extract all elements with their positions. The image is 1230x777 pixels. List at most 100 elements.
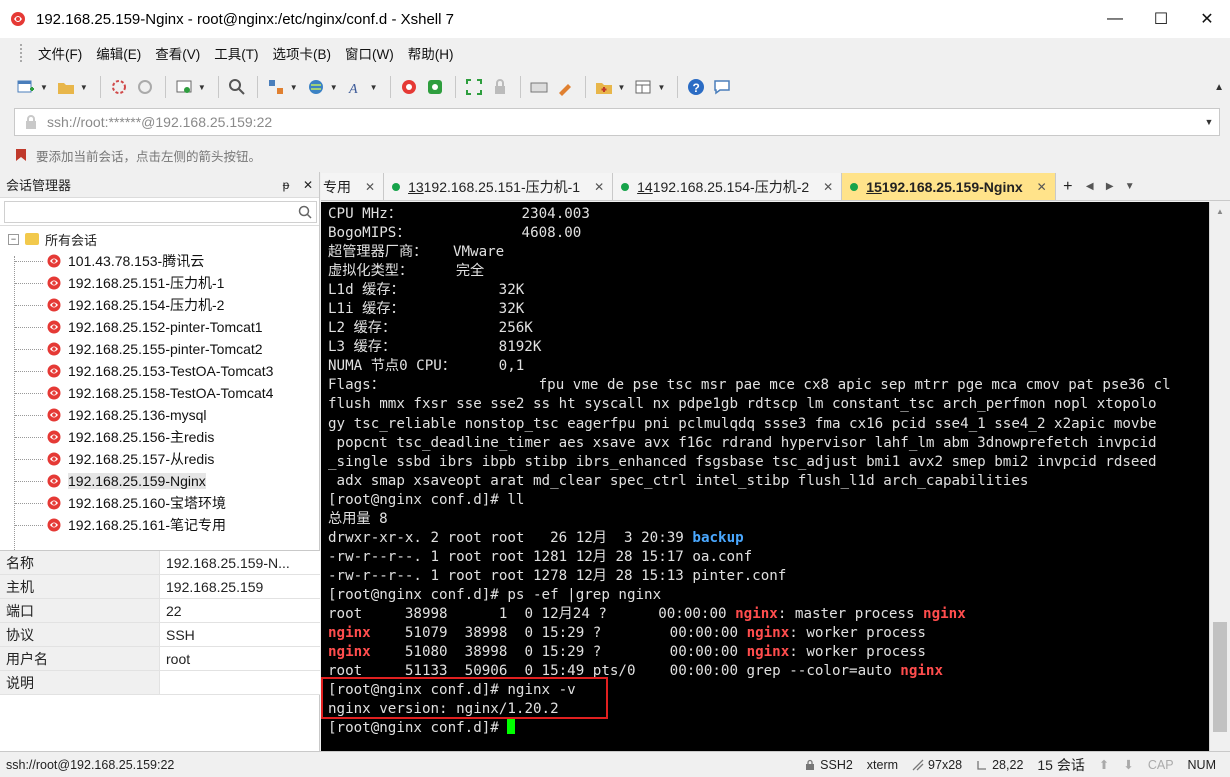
tab-partial[interactable]: 专用 ✕ <box>321 173 385 200</box>
find-icon[interactable] <box>225 75 249 99</box>
transfer-icon[interactable] <box>264 75 288 99</box>
terminal-line: -rw-r--r--. 1 root root 1278 12月 28 15:1… <box>328 567 1209 586</box>
terminal-text: 51080 38998 0 15:29 ? 00:00:00 <box>370 644 747 661</box>
session-item[interactable]: 192.168.25.136-mysql <box>0 404 319 426</box>
status-num: NUM <box>1187 757 1216 772</box>
status-term: xterm <box>866 757 899 772</box>
open-folder-icon[interactable] <box>54 75 78 99</box>
session-item-label: 192.168.25.157-从redis <box>68 451 215 467</box>
status-sessions: 15 会话 <box>1037 756 1085 773</box>
maximize-button[interactable]: ☐ <box>1138 0 1184 38</box>
session-item[interactable]: 192.168.25.151-压力机-1 <box>0 272 319 294</box>
lock-icon[interactable] <box>488 75 512 99</box>
menu-tools[interactable]: 工具(T) <box>207 43 265 63</box>
tab-14[interactable]: 14 192.168.25.154-压力机-2 ✕ <box>613 173 843 200</box>
session-item[interactable]: 192.168.25.158-TestOA-Tomcat4 <box>0 382 319 404</box>
font-icon[interactable]: A <box>344 75 368 99</box>
session-item[interactable]: 192.168.25.156-主redis <box>0 426 319 448</box>
highlight-icon[interactable] <box>553 75 577 99</box>
terminal-line: [root@nginx conf.d]# nginx -v <box>328 681 1209 700</box>
panel-close-icon[interactable]: ✕ <box>297 178 319 192</box>
session-item[interactable]: 192.168.25.161-笔记专用 <box>0 514 319 536</box>
add-tab-button[interactable]: + <box>1056 173 1080 200</box>
session-up-icon[interactable]: ⬆ <box>1099 757 1109 772</box>
layout-caret-icon[interactable]: ▼ <box>657 83 665 92</box>
open-caret-icon[interactable]: ▼ <box>80 83 88 92</box>
session-item-label: 101.43.78.153-腾讯云 <box>68 253 205 269</box>
layout-icon[interactable] <box>631 75 655 99</box>
add-folder-caret-icon[interactable]: ▼ <box>618 83 626 92</box>
disconnect-icon[interactable] <box>133 75 157 99</box>
session-tree: − 所有会话 101.43.78.153-腾讯云 192.168.25.151-压… <box>0 226 319 576</box>
terminal-line: CPU MHz： 2304.003 <box>328 205 1209 224</box>
session-search-input[interactable] <box>4 200 317 223</box>
session-item[interactable]: 192.168.25.154-压力机-2 <box>0 294 319 316</box>
scroll-thumb[interactable] <box>1213 622 1227 732</box>
new-session-icon[interactable] <box>14 75 38 99</box>
collapse-icon[interactable]: − <box>8 233 19 245</box>
session-item[interactable]: 192.168.25.159-Nginx <box>0 470 319 492</box>
menu-help[interactable]: 帮助(H) <box>401 43 461 63</box>
terminal-text: L1d 缓存： 32K <box>328 282 525 299</box>
menu-edit[interactable]: 编辑(E) <box>89 43 148 63</box>
session-item[interactable]: 192.168.25.155-pinter-Tomcat2 <box>0 338 319 360</box>
menu-tabs[interactable]: 选项卡(B) <box>266 43 339 63</box>
tab-close-icon[interactable]: ✕ <box>365 180 375 194</box>
session-item[interactable]: 101.43.78.153-腾讯云 <box>0 250 319 272</box>
font-caret-icon[interactable]: ▼ <box>370 83 378 92</box>
toolbar-more-icon[interactable]: ▲ <box>1214 82 1224 93</box>
tab-menu-icon[interactable]: ▼ <box>1120 173 1140 200</box>
tab-13[interactable]: 13 192.168.25.151-压力机-1 ✕ <box>384 173 614 200</box>
add-folder-icon[interactable] <box>592 75 616 99</box>
session-manager-panel: 会话管理器 ᵽ ✕ − 所有会话 101.43.78.153-腾讯云 192.16… <box>0 172 320 751</box>
status-protocol-label: SSH2 <box>820 757 853 772</box>
close-button[interactable]: ✕ <box>1184 0 1230 38</box>
address-dropdown-icon[interactable]: ▼ <box>1199 117 1219 127</box>
terminal[interactable]: CPU MHz： 2304.003 BogoMIPS： 4608.00 超管理器厂商… <box>321 202 1209 751</box>
scroll-up-icon[interactable]: ▲ <box>1210 202 1230 220</box>
tab-close-icon[interactable]: ✕ <box>1037 180 1047 194</box>
properties-caret-icon[interactable]: ▼ <box>198 83 206 92</box>
fullscreen-icon[interactable] <box>462 75 486 99</box>
xftp-green-icon[interactable] <box>423 75 447 99</box>
tab-next-icon[interactable]: ▶ <box>1100 173 1120 200</box>
terminal-text: [root@nginx conf.d]# ll <box>328 491 525 508</box>
xftp-icon[interactable] <box>397 75 421 99</box>
terminal-text: 超管理器厂商： VMware <box>328 244 505 261</box>
session-item[interactable]: 192.168.25.160-宝塔环境 <box>0 492 319 514</box>
tree-root-all-sessions[interactable]: − 所有会话 <box>0 228 319 250</box>
address-value[interactable]: ssh://root:******@192.168.25.159:22 <box>47 114 1199 130</box>
tree-branch-line <box>15 371 43 372</box>
tree-branch-line <box>15 305 43 306</box>
search-icon[interactable] <box>295 202 315 222</box>
title-bar: 192.168.25.159-Nginx - root@nginx:/etc/n… <box>0 0 1230 38</box>
tab-15-active[interactable]: 15 192.168.25.159-Nginx ✕ <box>842 173 1056 200</box>
property-value: 22 <box>160 599 320 622</box>
properties-icon[interactable] <box>172 75 196 99</box>
globe-caret-icon[interactable]: ▼ <box>330 83 338 92</box>
tab-close-icon[interactable]: ✕ <box>594 180 604 194</box>
menu-window[interactable]: 窗口(W) <box>338 43 401 63</box>
keyboard-icon[interactable] <box>527 75 551 99</box>
bookmark-arrow-icon[interactable] <box>14 148 28 162</box>
tab-close-icon[interactable]: ✕ <box>823 180 833 194</box>
session-item-label: 192.168.25.152-pinter-Tomcat1 <box>68 319 263 335</box>
minimize-button[interactable]: — <box>1092 0 1138 38</box>
globe-icon[interactable] <box>304 75 328 99</box>
help-icon[interactable]: ? <box>684 75 708 99</box>
menu-file[interactable]: 文件(F) <box>31 43 89 63</box>
session-item[interactable]: 192.168.25.157-从redis <box>0 448 319 470</box>
session-item[interactable]: 192.168.25.152-pinter-Tomcat1 <box>0 316 319 338</box>
terminal-scrollbar[interactable]: ▲ <box>1209 202 1230 751</box>
address-bar[interactable]: ssh://root:******@192.168.25.159:22 ▼ <box>14 108 1220 136</box>
transfer-caret-icon[interactable]: ▼ <box>290 83 298 92</box>
pin-icon[interactable]: ᵽ <box>275 178 297 192</box>
menu-view[interactable]: 查看(V) <box>148 43 207 63</box>
session-item[interactable]: 192.168.25.153-TestOA-Tomcat3 <box>0 360 319 382</box>
chat-icon[interactable] <box>710 75 734 99</box>
terminal-line: [root@nginx conf.d]# ps -ef |grep nginx <box>328 586 1209 605</box>
tab-prev-icon[interactable]: ◀ <box>1080 173 1100 200</box>
new-session-caret-icon[interactable]: ▼ <box>40 83 48 92</box>
session-down-icon[interactable]: ⬇ <box>1123 757 1133 772</box>
connect-icon[interactable] <box>107 75 131 99</box>
